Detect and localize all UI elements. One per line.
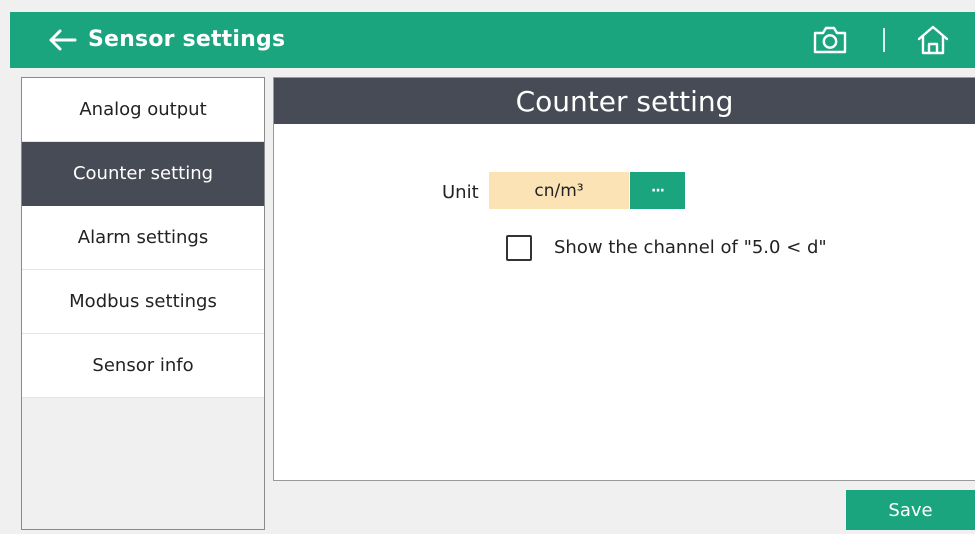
home-button[interactable] [913,21,953,59]
unit-value-text: cn/m³ [534,180,584,201]
camera-button[interactable] [810,23,850,57]
page-title: Sensor settings [88,27,286,52]
sidebar-item-modbus-settings[interactable]: Modbus settings [22,270,264,334]
unit-label: Unit [442,182,479,203]
sidebar-item-label: Alarm settings [77,227,209,248]
show-channel-checkbox[interactable] [506,235,532,261]
sidebar-item-label: Modbus settings [69,291,217,312]
sidebar-item-alarm-settings[interactable]: Alarm settings [22,206,264,270]
settings-sidebar: Analog output Counter setting Alarm sett… [21,77,265,530]
show-channel-label[interactable]: Show the channel of "5.0 < d" [554,237,827,258]
save-button-label: Save [888,499,933,521]
sidebar-item-label: Analog output [79,99,207,120]
settings-panel: Counter setting Unit cn/m³ ··· Show the … [273,77,975,481]
panel-title: Counter setting [274,78,975,124]
back-button[interactable] [44,22,80,58]
sidebar-item-label: Sensor info [92,355,194,376]
sidebar-item-label: Counter setting [72,163,214,184]
sidebar-item-analog-output[interactable]: Analog output [22,78,264,142]
sidebar-item-counter-setting[interactable]: Counter setting [22,142,264,206]
arrow-left-icon [49,29,77,51]
unit-more-button[interactable]: ··· [630,172,685,209]
home-icon [917,25,949,55]
more-icon: ··· [651,182,665,199]
sidebar-item-sensor-info[interactable]: Sensor info [22,334,264,398]
unit-value-field[interactable]: cn/m³ [489,172,629,209]
app-frame: Sensor settings Analog output Counter se… [0,0,975,534]
header-divider [883,28,885,52]
save-button[interactable]: Save [846,490,975,530]
top-bar: Sensor settings [10,12,975,68]
camera-icon [813,26,847,54]
